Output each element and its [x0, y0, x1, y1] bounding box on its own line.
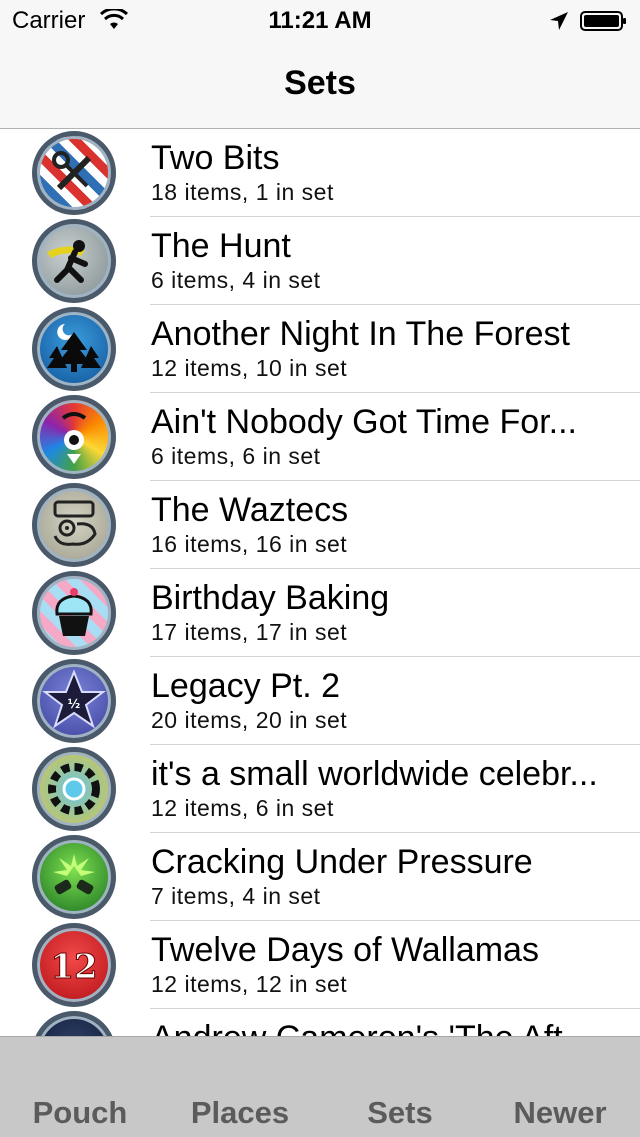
cracker-burst-icon — [32, 835, 116, 919]
barber-pole-scissors-icon — [32, 131, 116, 215]
worldwide-ring-icon — [32, 747, 116, 831]
aztec-glyph-icon — [32, 483, 116, 567]
set-count: 20 items, 20 in set — [151, 707, 348, 733]
set-title: Andrew Cameron's 'The Aft... — [151, 1019, 611, 1036]
set-title: The Waztecs — [151, 491, 349, 529]
list-item[interactable]: 12 Twelve Days of Wallamas 12 items, 12 … — [0, 921, 640, 1009]
tab-pouch[interactable]: Pouch — [0, 1095, 160, 1131]
sets-list[interactable]: Two Bits 18 items, 1 in set The Hunt 6 i… — [0, 129, 640, 1036]
set-title: Two Bits — [151, 139, 280, 177]
list-item[interactable]: Cracking Under Pressure 7 items, 4 in se… — [0, 833, 640, 921]
set-title: Twelve Days of Wallamas — [151, 931, 539, 969]
set-title: Legacy Pt. 2 — [151, 667, 341, 705]
set-count: 7 items, 4 in set — [151, 883, 321, 909]
list-item[interactable]: ½ Legacy Pt. 2 20 items, 20 in set — [0, 657, 640, 745]
set-count: 6 items, 4 in set — [151, 267, 321, 293]
set-count: 6 items, 6 in set — [151, 443, 321, 469]
tab-newer[interactable]: Newer — [480, 1095, 640, 1131]
running-hunter-icon — [32, 219, 116, 303]
set-count: 17 items, 17 in set — [151, 619, 348, 645]
set-title: Birthday Baking — [151, 579, 390, 617]
location-arrow-icon — [550, 12, 568, 30]
forest-moon-icon — [32, 307, 116, 391]
set-count: 16 items, 16 in set — [151, 531, 348, 557]
list-item[interactable]: Birthday Baking 17 items, 17 in set — [0, 569, 640, 657]
tab-bar: Pouch Places Sets Newer — [0, 1036, 640, 1137]
svg-text:12: 12 — [50, 947, 97, 987]
cupcake-icon — [32, 571, 116, 655]
navigation-bar: Sets — [0, 40, 640, 129]
dark-badge-icon — [32, 1011, 116, 1036]
set-title: Cracking Under Pressure — [151, 843, 533, 881]
set-title: The Hunt — [151, 227, 291, 265]
status-bar: Carrier 11:21 AM — [0, 0, 640, 40]
legacy-star-icon: ½ — [32, 659, 116, 743]
list-item[interactable]: it's a small worldwide celebr... 12 item… — [0, 745, 640, 833]
number-twelve-icon: 12 — [32, 923, 116, 1007]
battery-icon — [580, 11, 626, 31]
set-title: it's a small worldwide celebr... — [151, 755, 598, 793]
list-item[interactable]: The Hunt 6 items, 4 in set — [0, 217, 640, 305]
set-title: Another Night In The Forest — [151, 315, 570, 353]
tab-sets[interactable]: Sets — [320, 1095, 480, 1131]
rainbow-pinwheel-icon — [32, 395, 116, 479]
tab-places[interactable]: Places — [160, 1095, 320, 1131]
set-count: 18 items, 1 in set — [151, 179, 334, 205]
list-item[interactable]: Ain't Nobody Got Time For... 6 items, 6 … — [0, 393, 640, 481]
set-count: 12 items, 12 in set — [151, 971, 348, 997]
set-count: 12 items, 6 in set — [151, 795, 334, 821]
clock-label: 11:21 AM — [268, 7, 372, 34]
list-item[interactable]: Two Bits 18 items, 1 in set — [0, 129, 640, 217]
set-title: Ain't Nobody Got Time For... — [151, 403, 577, 441]
list-item[interactable]: Another Night In The Forest 12 items, 10… — [0, 305, 640, 393]
list-item[interactable]: Andrew Cameron's 'The Aft... — [0, 1009, 640, 1036]
svg-text:½: ½ — [68, 697, 80, 711]
set-count: 12 items, 10 in set — [151, 355, 348, 381]
page-title: Sets — [284, 64, 356, 102]
list-item[interactable]: The Waztecs 16 items, 16 in set — [0, 481, 640, 569]
